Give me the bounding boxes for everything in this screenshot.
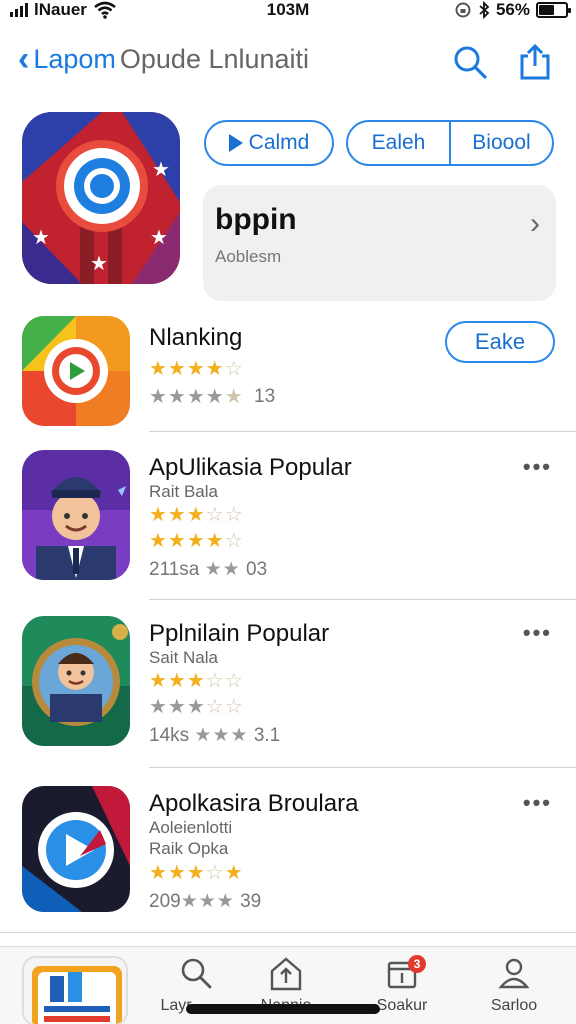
tab-profile[interactable]: Sarloo (464, 947, 564, 1024)
rating-count: 209★★★ 39 (149, 891, 262, 912)
search-icon (181, 958, 212, 989)
star-rating-secondary: ★★★☆☆ (149, 696, 244, 718)
featured-app-card[interactable]: bppin Aoblesm › (203, 185, 556, 301)
featured-app-name: bppin (215, 203, 297, 236)
play-icon (228, 134, 243, 152)
battery-icon (536, 2, 571, 18)
status-bar: lNauer 103M 56% (0, 0, 576, 24)
star-rating: ★★★☆☆ (149, 670, 244, 692)
get-app-button[interactable]: Eake (445, 321, 555, 363)
rating-count-prefix: 211sa (149, 559, 200, 580)
divider (149, 599, 576, 600)
app-icon (22, 316, 130, 426)
back-button[interactable]: ‹ Lapom Opude Lnlunaiti (18, 42, 309, 76)
star-rating-secondary: ★★★★★ (149, 386, 244, 408)
arrow-up-icon (270, 957, 302, 991)
more-icon[interactable]: ••• (523, 454, 552, 480)
star-rating: ★★★★☆ (149, 358, 244, 380)
svg-text:★: ★ (32, 225, 50, 249)
app-title: Apolkasira Broulara (149, 790, 359, 817)
app-icon (22, 450, 130, 580)
rating-count: 13 (254, 386, 276, 407)
rotation-lock-icon (455, 2, 471, 18)
rating-count-prefix: 14ks (149, 725, 190, 746)
rating-count: 14ks ★★★ 3.1 (149, 725, 281, 746)
segmented-control: Ealeh Bioool (346, 120, 554, 166)
app-title: Pplnilain Popular (149, 620, 330, 647)
chevron-right-icon: › (530, 207, 540, 240)
app-subtitle-secondary: Raik Opka (149, 839, 229, 858)
app-icon (22, 616, 130, 746)
tab-label: Sarloo (490, 997, 538, 1014)
get-button[interactable]: Calmd (204, 120, 334, 166)
segment-left[interactable]: Ealeh (348, 131, 449, 155)
star-rating-secondary: ★★★★☆ (149, 530, 244, 552)
app-subtitle: Rait Bala (149, 482, 218, 501)
svg-text:★: ★ (90, 251, 108, 275)
share-icon[interactable] (518, 44, 552, 80)
rating-count-value: 39 (240, 891, 262, 912)
featured-app-subtitle: Aoblesm (215, 247, 282, 266)
segment-right[interactable]: Bioool (451, 131, 552, 155)
get-app-button-label: Eake (474, 329, 526, 354)
person-icon (498, 958, 530, 989)
more-icon[interactable]: ••• (523, 620, 552, 646)
app-thumbnail-tab[interactable] (22, 956, 128, 1024)
bluetooth-icon (479, 1, 490, 19)
star-rating: ★★★☆★ (149, 862, 244, 884)
rating-count-prefix: 209 (149, 891, 181, 912)
battery-percent: 56% (495, 0, 530, 19)
app-subtitle: Sait Nala (149, 648, 218, 667)
rating-count-value: 3.1 (253, 725, 281, 746)
rating-count: 211sa ★★ 03 (149, 559, 268, 580)
divider (0, 932, 576, 933)
home-indicator[interactable] (186, 1004, 380, 1014)
app-title: Nlanking (149, 324, 243, 351)
featured-app-icon[interactable]: ★ ★ ★ ★ (22, 112, 180, 284)
divider (149, 767, 576, 768)
get-button-label: Calmd (248, 131, 310, 154)
page-title: Opude Lnlunaiti (119, 43, 310, 74)
app-title: ApUlikasia Popular (149, 454, 352, 481)
app-icon (22, 786, 130, 912)
star-rating: ★★★☆☆ (149, 504, 244, 526)
app-subtitle: Aoleienlotti (149, 818, 233, 837)
notification-badge: 3 (408, 955, 426, 973)
divider (149, 431, 576, 432)
svg-text:★: ★ (150, 225, 168, 249)
rating-count-value: 03 (246, 559, 268, 580)
chevron-left-icon: ‹ (18, 40, 30, 78)
back-title: Lapom (33, 43, 116, 74)
navigation-bar: ‹ Lapom Opude Lnlunaiti (0, 36, 576, 90)
more-icon[interactable]: ••• (523, 790, 552, 816)
svg-text:★: ★ (152, 157, 170, 181)
search-icon[interactable] (452, 44, 488, 80)
